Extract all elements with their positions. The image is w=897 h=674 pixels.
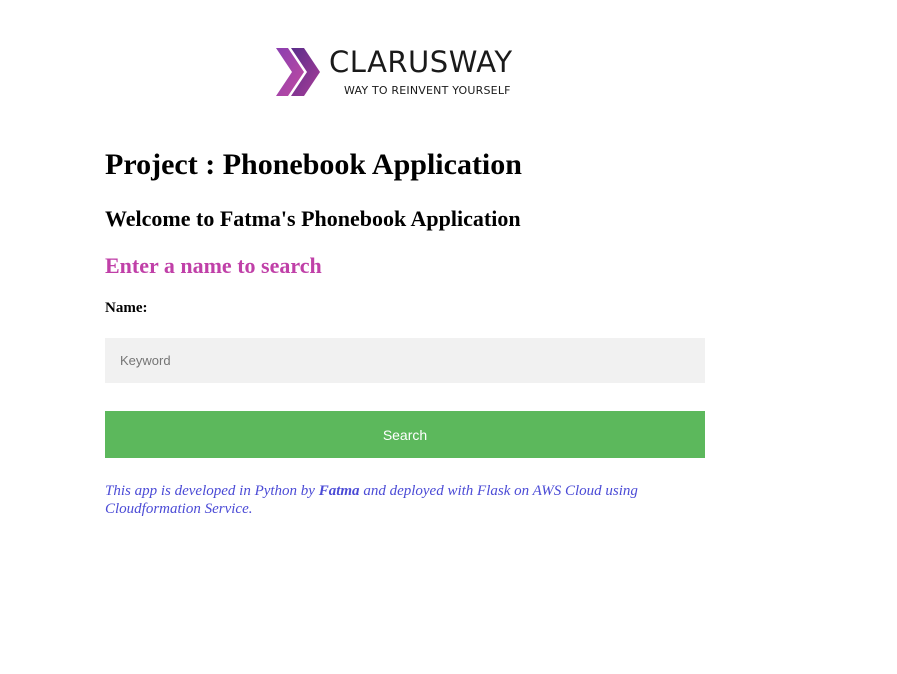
search-button[interactable]: Search bbox=[105, 411, 705, 458]
logo-wordmark: CLARUSWAY bbox=[329, 45, 513, 79]
name-label: Name: bbox=[105, 300, 148, 316]
footer-note: This app is developed in Python by Fatma… bbox=[105, 482, 705, 518]
clarusway-chevron-icon bbox=[276, 48, 320, 96]
footer-text-before: This app is developed in Python by bbox=[105, 483, 319, 499]
logo-tagline: WAY TO REINVENT YOURSELF bbox=[344, 84, 511, 97]
footer-author: Fatma bbox=[318, 483, 360, 499]
welcome-heading: Welcome to Fatma's Phonebook Application bbox=[105, 206, 521, 231]
page-title: Project : Phonebook Application bbox=[105, 148, 522, 181]
keyword-input[interactable] bbox=[105, 338, 705, 383]
clarusway-logo: CLARUSWAY WAY TO REINVENT YOURSELF bbox=[274, 45, 544, 101]
search-prompt-heading: Enter a name to search bbox=[105, 253, 322, 278]
page: CLARUSWAY WAY TO REINVENT YOURSELF Proje… bbox=[0, 0, 897, 674]
